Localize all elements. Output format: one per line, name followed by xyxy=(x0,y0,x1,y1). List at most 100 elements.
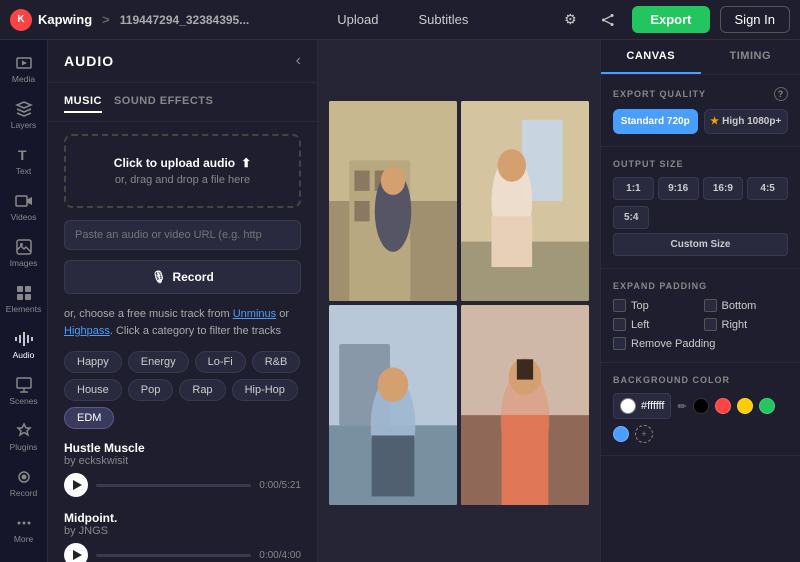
track-time-2: 0:00/4:00 xyxy=(259,550,301,561)
size-1-1[interactable]: 1:1 xyxy=(613,177,654,200)
genre-house[interactable]: House xyxy=(64,379,122,401)
record-button[interactable]: 🎙 Record xyxy=(64,260,301,294)
sidebar-item-scenes[interactable]: Scenes xyxy=(2,370,46,412)
color-preset-yellow[interactable] xyxy=(737,398,753,414)
signin-button[interactable]: Sign In xyxy=(720,6,790,33)
sidebar-item-media-label: Media xyxy=(12,74,35,84)
topbar-actions: ⚙ Export Sign In xyxy=(556,6,790,34)
sidebar-item-elements[interactable]: Elements xyxy=(2,278,46,320)
svg-text:T: T xyxy=(18,147,27,163)
upload-button[interactable]: Upload xyxy=(329,8,386,31)
logo-icon: K xyxy=(10,9,32,31)
genre-hip-hop[interactable]: Hip-Hop xyxy=(232,379,298,401)
sidebar-item-layers[interactable]: Layers xyxy=(2,94,46,136)
right-panel: CANVAS TIMING EXPORT QUALITY ? Standard … xyxy=(600,40,800,562)
settings-button[interactable]: ⚙ xyxy=(556,6,584,34)
help-icon[interactable]: ? xyxy=(774,87,788,101)
sidebar-item-text-label: Text xyxy=(16,166,32,176)
upload-text: Click to upload audio ⬆ xyxy=(86,156,279,170)
export-quality-section: EXPORT QUALITY ? Standard 720p ★ High 10… xyxy=(601,75,800,147)
tab-timing[interactable]: TIMING xyxy=(701,40,800,74)
breadcrumb-separator: > xyxy=(102,12,110,27)
padding-options-grid: Top Bottom Left Right xyxy=(613,299,788,331)
custom-size-button[interactable]: Custom Size xyxy=(613,233,788,256)
size-4-5[interactable]: 4:5 xyxy=(747,177,788,200)
canvas-area[interactable] xyxy=(318,40,600,562)
track-artist-2: by JNGS xyxy=(64,525,301,537)
track-time-1: 0:00/5:21 xyxy=(259,480,301,491)
padding-bottom-option[interactable]: Bottom xyxy=(704,299,789,312)
canvas-image-4 xyxy=(461,305,589,505)
sidebar-item-record[interactable]: Record xyxy=(2,462,46,504)
sidebar-item-more-label: More xyxy=(14,534,33,544)
padding-top-checkbox[interactable] xyxy=(613,299,626,312)
export-button[interactable]: Export xyxy=(632,6,709,33)
genre-edm[interactable]: EDM xyxy=(64,407,114,429)
genre-energy[interactable]: Energy xyxy=(128,351,189,373)
track-progress-2[interactable] xyxy=(96,554,251,557)
padding-right-checkbox[interactable] xyxy=(704,318,717,331)
genre-pop[interactable]: Pop xyxy=(128,379,174,401)
play-button-1[interactable] xyxy=(64,473,88,497)
genre-lo-fi[interactable]: Lo-Fi xyxy=(195,351,246,373)
size-9-16[interactable]: 9:16 xyxy=(658,177,699,200)
panel-content: Click to upload audio ⬆ or, drag and dro… xyxy=(48,122,317,562)
genre-happy[interactable]: Happy xyxy=(64,351,122,373)
color-preset-black[interactable] xyxy=(693,398,709,414)
color-picker-button[interactable]: + xyxy=(635,425,653,443)
sidebar-item-record-label: Record xyxy=(10,488,37,498)
genre-rb[interactable]: R&B xyxy=(252,351,301,373)
quality-premium-button[interactable]: ★ High 1080p+ xyxy=(704,109,789,134)
highpass-link[interactable]: Highpass xyxy=(64,325,110,337)
sidebar-item-audio[interactable]: Audio xyxy=(2,324,46,366)
unminus-link[interactable]: Unminus xyxy=(233,308,276,320)
sidebar-item-images[interactable]: Images xyxy=(2,232,46,274)
canvas-grid xyxy=(329,101,589,501)
padding-left-option[interactable]: Left xyxy=(613,318,698,331)
tab-canvas[interactable]: CANVAS xyxy=(601,40,701,74)
logo[interactable]: K Kapwing > 119447294_32384395... xyxy=(10,9,249,31)
tab-music[interactable]: MUSIC xyxy=(64,91,102,113)
padding-left-checkbox[interactable] xyxy=(613,318,626,331)
remove-padding-checkbox[interactable] xyxy=(613,337,626,350)
track-player-2: 0:00/4:00 xyxy=(64,543,301,562)
left-sidebar: Media Layers T Text Videos Images Elemen… xyxy=(0,40,48,562)
color-swatch xyxy=(620,398,636,414)
expand-padding-label: EXPAND PADDING xyxy=(613,281,788,291)
url-input[interactable] xyxy=(64,220,301,250)
track-item-2: Midpoint. by JNGS 0:00/4:00 xyxy=(64,511,301,562)
color-preset-blue[interactable] xyxy=(613,426,629,442)
remove-padding-option[interactable]: Remove Padding xyxy=(613,337,788,350)
sidebar-item-images-label: Images xyxy=(10,258,38,268)
topbar-center: Upload Subtitles xyxy=(249,8,556,31)
upload-area[interactable]: Click to upload audio ⬆ or, drag and dro… xyxy=(64,134,301,208)
color-hex-input[interactable]: #ffffff xyxy=(613,393,671,419)
color-preset-red[interactable] xyxy=(715,398,731,414)
track-progress-1[interactable] xyxy=(96,484,251,487)
padding-right-option[interactable]: Right xyxy=(704,318,789,331)
edit-color-icon[interactable]: ✏ xyxy=(677,400,686,413)
sidebar-item-media[interactable]: Media xyxy=(2,48,46,90)
genre-rap[interactable]: Rap xyxy=(179,379,225,401)
share-button[interactable] xyxy=(594,6,622,34)
size-16-9[interactable]: 16:9 xyxy=(703,177,744,200)
sidebar-item-text[interactable]: T Text xyxy=(2,140,46,182)
padding-top-option[interactable]: Top xyxy=(613,299,698,312)
subtitles-button[interactable]: Subtitles xyxy=(410,8,476,31)
play-button-2[interactable] xyxy=(64,543,88,562)
sidebar-item-more[interactable]: More xyxy=(2,508,46,550)
canvas-image-3 xyxy=(329,305,457,505)
output-size-label: OUTPUT SIZE xyxy=(613,159,788,169)
quality-standard-button[interactable]: Standard 720p xyxy=(613,109,698,134)
expand-padding-section: EXPAND PADDING Top Bottom Left Right xyxy=(601,269,800,363)
tab-sound-effects[interactable]: SOUND EFFECTS xyxy=(114,91,213,113)
sidebar-item-plugins[interactable]: Plugins xyxy=(2,416,46,458)
padding-bottom-checkbox[interactable] xyxy=(704,299,717,312)
background-color-section: BACKGROUND COLOR #ffffff ✏ + xyxy=(601,363,800,456)
sidebar-item-videos[interactable]: Videos xyxy=(2,186,46,228)
topbar: K Kapwing > 119447294_32384395... Upload… xyxy=(0,0,800,40)
panel-close-button[interactable]: ‹ xyxy=(296,52,301,70)
size-5-4[interactable]: 5:4 xyxy=(613,206,649,229)
color-preset-green[interactable] xyxy=(759,398,775,414)
color-row: #ffffff ✏ + xyxy=(613,393,788,443)
